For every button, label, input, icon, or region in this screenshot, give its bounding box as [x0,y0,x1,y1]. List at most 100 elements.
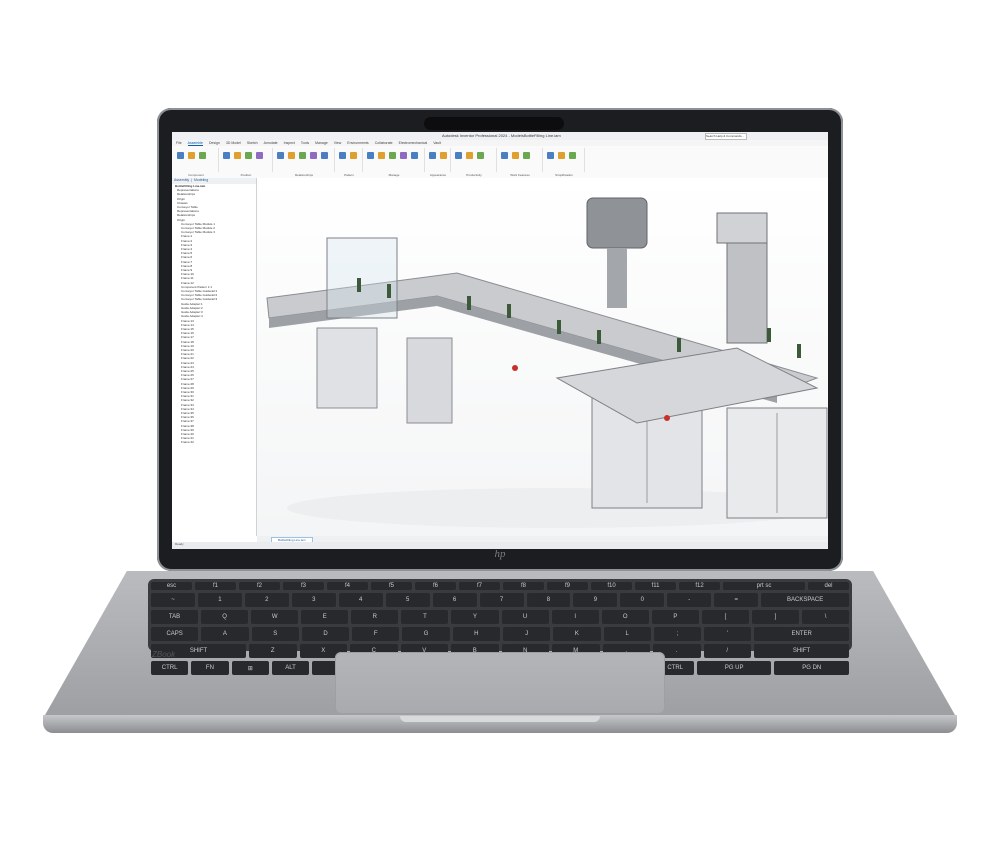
key[interactable]: 8 [526,593,571,607]
ribbon-tool-icon[interactable] [321,152,328,159]
3d-viewport[interactable] [257,178,828,536]
key[interactable]: H [452,627,500,641]
ribbon-tool-icon[interactable] [234,152,241,159]
key[interactable]: CAPS [151,627,199,641]
key[interactable]: T [401,610,449,624]
key[interactable]: ~ [151,593,195,607]
ribbon-tool-icon[interactable] [523,152,530,159]
key[interactable]: 2 [244,593,289,607]
key[interactable]: K [553,627,601,641]
ribbon-tool-icon[interactable] [199,152,206,159]
ribbon-tab[interactable]: Annotate [264,141,278,145]
key[interactable]: G [402,627,450,641]
key[interactable]: 1 [197,593,242,607]
ribbon-tab[interactable]: Inspect [284,141,295,145]
ribbon-tool-icon[interactable] [512,152,519,159]
key[interactable]: f9 [547,582,588,590]
ribbon-tool-icon[interactable] [299,152,306,159]
key[interactable]: R [351,610,399,624]
ribbon-tool-icon[interactable] [477,152,484,159]
key[interactable]: f11 [635,582,676,590]
ribbon-tool-icon[interactable] [411,152,418,159]
ribbon-tool-icon[interactable] [350,152,357,159]
key[interactable]: / [703,644,751,658]
ribbon-tab[interactable]: Environments [347,141,368,145]
key[interactable]: Z [249,644,297,658]
key[interactable]: PG UP [696,661,772,675]
key[interactable]: U [501,610,549,624]
key[interactable]: del [808,582,849,590]
key[interactable]: W [251,610,299,624]
ribbon-tool-icon[interactable] [177,152,184,159]
touchpad[interactable] [335,652,665,714]
browser-tab-assembly[interactable]: Assembly [174,178,189,182]
key[interactable]: E [301,610,349,624]
ribbon-tool-icon[interactable] [501,152,508,159]
key[interactable]: BACKSPACE [761,593,850,607]
ribbon-tool-icon[interactable] [466,152,473,159]
ribbon-tab[interactable]: View [334,141,342,145]
ribbon-tab[interactable]: Design [209,141,220,145]
key[interactable]: L [603,627,651,641]
ribbon-tool-icon[interactable] [310,152,317,159]
key[interactable]: f8 [503,582,544,590]
key[interactable]: A [201,627,249,641]
key[interactable]: f3 [283,582,324,590]
ribbon-tool-icon[interactable] [188,152,195,159]
key[interactable]: ] [751,610,800,624]
key[interactable]: \ [802,610,850,624]
key[interactable]: prt sc [723,582,805,590]
key[interactable]: f5 [371,582,412,590]
key[interactable]: Y [451,610,499,624]
ribbon-tool-icon[interactable] [440,152,447,159]
ribbon-tool-icon[interactable] [569,152,576,159]
key[interactable]: 4 [338,593,383,607]
ribbon-tool-icon[interactable] [288,152,295,159]
key[interactable]: ' [704,627,752,641]
key[interactable]: TAB [151,610,199,624]
key[interactable]: S [251,627,299,641]
ribbon-tab[interactable]: Sketch [247,141,258,145]
key[interactable]: 9 [573,593,618,607]
key[interactable]: f2 [239,582,280,590]
key[interactable]: PG DN [774,661,850,675]
key[interactable]: ALT [271,661,310,675]
key[interactable]: 5 [385,593,430,607]
key[interactable]: 6 [432,593,477,607]
ribbon-tool-icon[interactable] [245,152,252,159]
ribbon-tool-icon[interactable] [339,152,346,159]
key[interactable]: F [352,627,400,641]
ribbon-tab[interactable]: Manage [315,141,328,145]
ribbon-tool-icon[interactable] [277,152,284,159]
key[interactable]: [ [701,610,749,624]
key[interactable]: ⊞ [231,661,269,675]
key[interactable]: CTRL [151,661,189,675]
key[interactable]: SHIFT [754,644,849,658]
key[interactable]: FN [191,661,229,675]
key[interactable]: 0 [620,593,665,607]
browser-tab-modeling[interactable]: Modeling [194,178,208,182]
key[interactable]: f6 [415,582,456,590]
ribbon-tab[interactable]: Collaborate [375,141,393,145]
key[interactable]: - [667,593,712,607]
key[interactable]: D [301,627,350,641]
ribbon-tab[interactable]: Vault [433,141,441,145]
ribbon-tool-icon[interactable] [367,152,374,159]
key[interactable]: esc [151,582,192,590]
ribbon-tool-icon[interactable] [389,152,396,159]
ribbon-tool-icon[interactable] [429,152,436,159]
ribbon-tab[interactable]: 3D Model [226,141,241,145]
key[interactable]: Q [201,610,249,624]
ribbon-tool-icon[interactable] [256,152,263,159]
ribbon-tab[interactable]: File [176,141,182,145]
ribbon-tab[interactable]: Electromechanical [399,141,428,145]
key[interactable]: f1 [195,582,236,590]
ribbon-tool-icon[interactable] [558,152,565,159]
key[interactable]: J [502,627,551,641]
ribbon-tool-icon[interactable] [378,152,385,159]
ribbon-tool-icon[interactable] [400,152,407,159]
ribbon-tab[interactable]: Tools [301,141,309,145]
search-input[interactable]: Search Help & Commands... [705,133,747,140]
key[interactable]: ; [653,627,702,641]
ribbon-tool-icon[interactable] [455,152,462,159]
